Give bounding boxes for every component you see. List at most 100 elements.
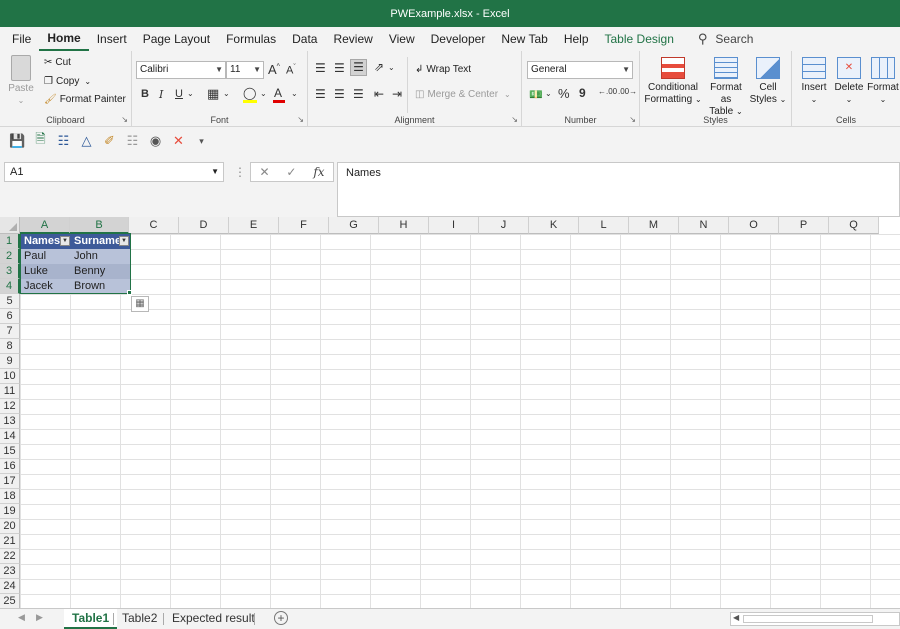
row-header-3[interactable]: 3 — [0, 264, 20, 279]
column-header-q[interactable]: Q — [829, 217, 879, 234]
column-header-i[interactable]: I — [429, 217, 479, 234]
format-painter-button[interactable]: 🖌 Format Painter — [44, 94, 126, 105]
insert-function-button[interactable]: fx — [313, 165, 324, 179]
column-header-l[interactable]: L — [579, 217, 629, 234]
column-header-c[interactable]: C — [129, 217, 179, 234]
column-header-p[interactable]: P — [779, 217, 829, 234]
cell-styles-button[interactable]: Cell Styles ⌄ — [748, 57, 788, 106]
tab-formulas[interactable]: Formulas — [218, 27, 284, 51]
dialog-launcher-icon[interactable]: ↘ — [629, 115, 636, 124]
font-size-select[interactable]: 11 ▼ — [226, 61, 264, 79]
chevron-down-icon[interactable]: ⌄ — [291, 89, 298, 98]
paste-button[interactable]: Paste ⌄ — [6, 55, 36, 107]
select-all-button[interactable] — [0, 217, 20, 234]
column-header-d[interactable]: D — [179, 217, 229, 234]
percent-button[interactable]: % — [558, 86, 570, 101]
tab-home[interactable]: Home — [39, 27, 89, 51]
row-header-12[interactable]: 12 — [0, 399, 20, 414]
number-format-select[interactable]: General ▼ — [527, 61, 633, 79]
format-as-table-button[interactable]: Format as Table ⌄ — [704, 57, 748, 118]
row-header-1[interactable]: 1 — [0, 234, 20, 249]
column-header-h[interactable]: H — [379, 217, 429, 234]
table-cell[interactable]: Paul — [21, 249, 71, 264]
column-header-g[interactable]: G — [329, 217, 379, 234]
filter-dropdown-icon[interactable]: ▼ — [60, 236, 70, 246]
scroll-left-icon[interactable]: ◀ — [18, 612, 25, 623]
align-middle-icon[interactable]: ☰ — [334, 61, 345, 75]
row-header-22[interactable]: 22 — [0, 549, 20, 564]
row-header-17[interactable]: 17 — [0, 474, 20, 489]
increase-indent-icon[interactable]: ⇥ — [392, 87, 402, 101]
save-icon[interactable]: 💾 — [6, 133, 29, 149]
row-header-19[interactable]: 19 — [0, 504, 20, 519]
search-box[interactable]: ⚲ Search — [698, 31, 754, 47]
horizontal-scrollbar[interactable]: ◀ — [730, 612, 900, 626]
italic-button[interactable]: I — [159, 88, 163, 101]
cut-button[interactable]: ✂ Cut — [44, 57, 71, 68]
table-cell[interactable]: Luke — [21, 264, 71, 279]
row-header-5[interactable]: 5 — [0, 294, 20, 309]
filter-dropdown-icon[interactable]: ▼ — [119, 236, 129, 246]
comma-style-button[interactable]: 9 — [579, 86, 586, 100]
table-cell[interactable]: John — [71, 249, 130, 264]
table-cell[interactable]: Jacek — [21, 279, 71, 294]
orientation-icon[interactable]: ⇗ — [374, 60, 384, 74]
align-top-icon[interactable]: ☰ — [315, 61, 326, 75]
name-box[interactable]: A1 ▼ — [4, 162, 224, 182]
align-center-icon[interactable]: ☰ — [334, 87, 345, 101]
row-header-25[interactable]: 25 — [0, 594, 20, 608]
format-cells-button[interactable]: Format ⌄ — [866, 57, 900, 106]
copy-button[interactable]: ❐ Copy ⌄ — [44, 76, 91, 87]
scrollbar-thumb[interactable] — [743, 615, 873, 623]
row-header-21[interactable]: 21 — [0, 534, 20, 549]
scroll-right-icon[interactable]: ▶ — [36, 612, 43, 623]
font-family-select[interactable]: Calibri ▼ — [136, 61, 226, 79]
grow-font-icon[interactable]: A^ — [268, 62, 280, 77]
hierarchy-icon[interactable]: ☷ — [52, 133, 75, 149]
chevron-down-icon[interactable]: ⌄ — [223, 89, 230, 98]
table-header-cell[interactable]: Names ▼ — [21, 234, 71, 249]
tab-data[interactable]: Data — [284, 27, 325, 51]
table-cell[interactable]: Benny — [71, 264, 130, 279]
column-header-k[interactable]: K — [529, 217, 579, 234]
sheet-tab-table2[interactable]: Table2 — [114, 609, 165, 629]
align-right-icon[interactable]: ☰ — [353, 87, 364, 101]
row-header-8[interactable]: 8 — [0, 339, 20, 354]
row-header-7[interactable]: 7 — [0, 324, 20, 339]
column-header-b[interactable]: B — [70, 217, 129, 234]
column-header-o[interactable]: O — [729, 217, 779, 234]
close-icon[interactable]: ✕ — [167, 133, 190, 149]
chevron-down-icon[interactable]: ⌄ — [388, 63, 395, 72]
sheet-tab-expected-result[interactable]: Expected result — [164, 609, 263, 629]
fill-handle[interactable] — [127, 290, 132, 295]
text-direction-icon[interactable]: △ — [75, 133, 98, 149]
tab-developer[interactable]: Developer — [423, 27, 494, 51]
chevron-down-icon[interactable]: ⌄ — [260, 89, 267, 98]
tab-file[interactable]: File — [4, 27, 39, 51]
tab-insert[interactable]: Insert — [89, 27, 135, 51]
scroll-left-icon[interactable]: ◀ — [733, 613, 739, 622]
merge-center-button[interactable]: ◫ Merge & Center ⌄ — [415, 89, 511, 100]
decrease-indent-icon[interactable]: ⇤ — [374, 87, 384, 101]
table-header-cell[interactable]: Surname ▼ — [71, 234, 130, 249]
row-header-10[interactable]: 10 — [0, 369, 20, 384]
borders-icon[interactable]: ▦ — [207, 86, 219, 102]
dialog-launcher-icon[interactable]: ↘ — [121, 115, 128, 124]
row-header-18[interactable]: 18 — [0, 489, 20, 504]
clipboard-icon[interactable]: ☷ — [121, 133, 144, 149]
tab-table-design[interactable]: Table Design — [597, 27, 682, 51]
shrink-font-icon[interactable]: Aˇ — [286, 64, 296, 77]
wrap-text-button[interactable]: ↲ Wrap Text — [415, 64, 471, 75]
row-header-20[interactable]: 20 — [0, 519, 20, 534]
insert-cells-button[interactable]: Insert ⌄ — [796, 57, 832, 106]
add-sheet-icon[interactable]: + — [274, 611, 288, 625]
align-left-icon[interactable]: ☰ — [315, 87, 326, 101]
sheet-tab-table1[interactable]: Table1 — [64, 609, 118, 629]
tab-new-tab[interactable]: New Tab — [493, 27, 555, 51]
splitter-icon[interactable]: ⋮ — [234, 165, 246, 179]
column-header-e[interactable]: E — [229, 217, 279, 234]
tab-help[interactable]: Help — [556, 27, 597, 51]
quick-analysis-icon[interactable]: ▦ — [131, 296, 149, 312]
dialog-launcher-icon[interactable]: ↘ — [297, 115, 304, 124]
row-header-15[interactable]: 15 — [0, 444, 20, 459]
